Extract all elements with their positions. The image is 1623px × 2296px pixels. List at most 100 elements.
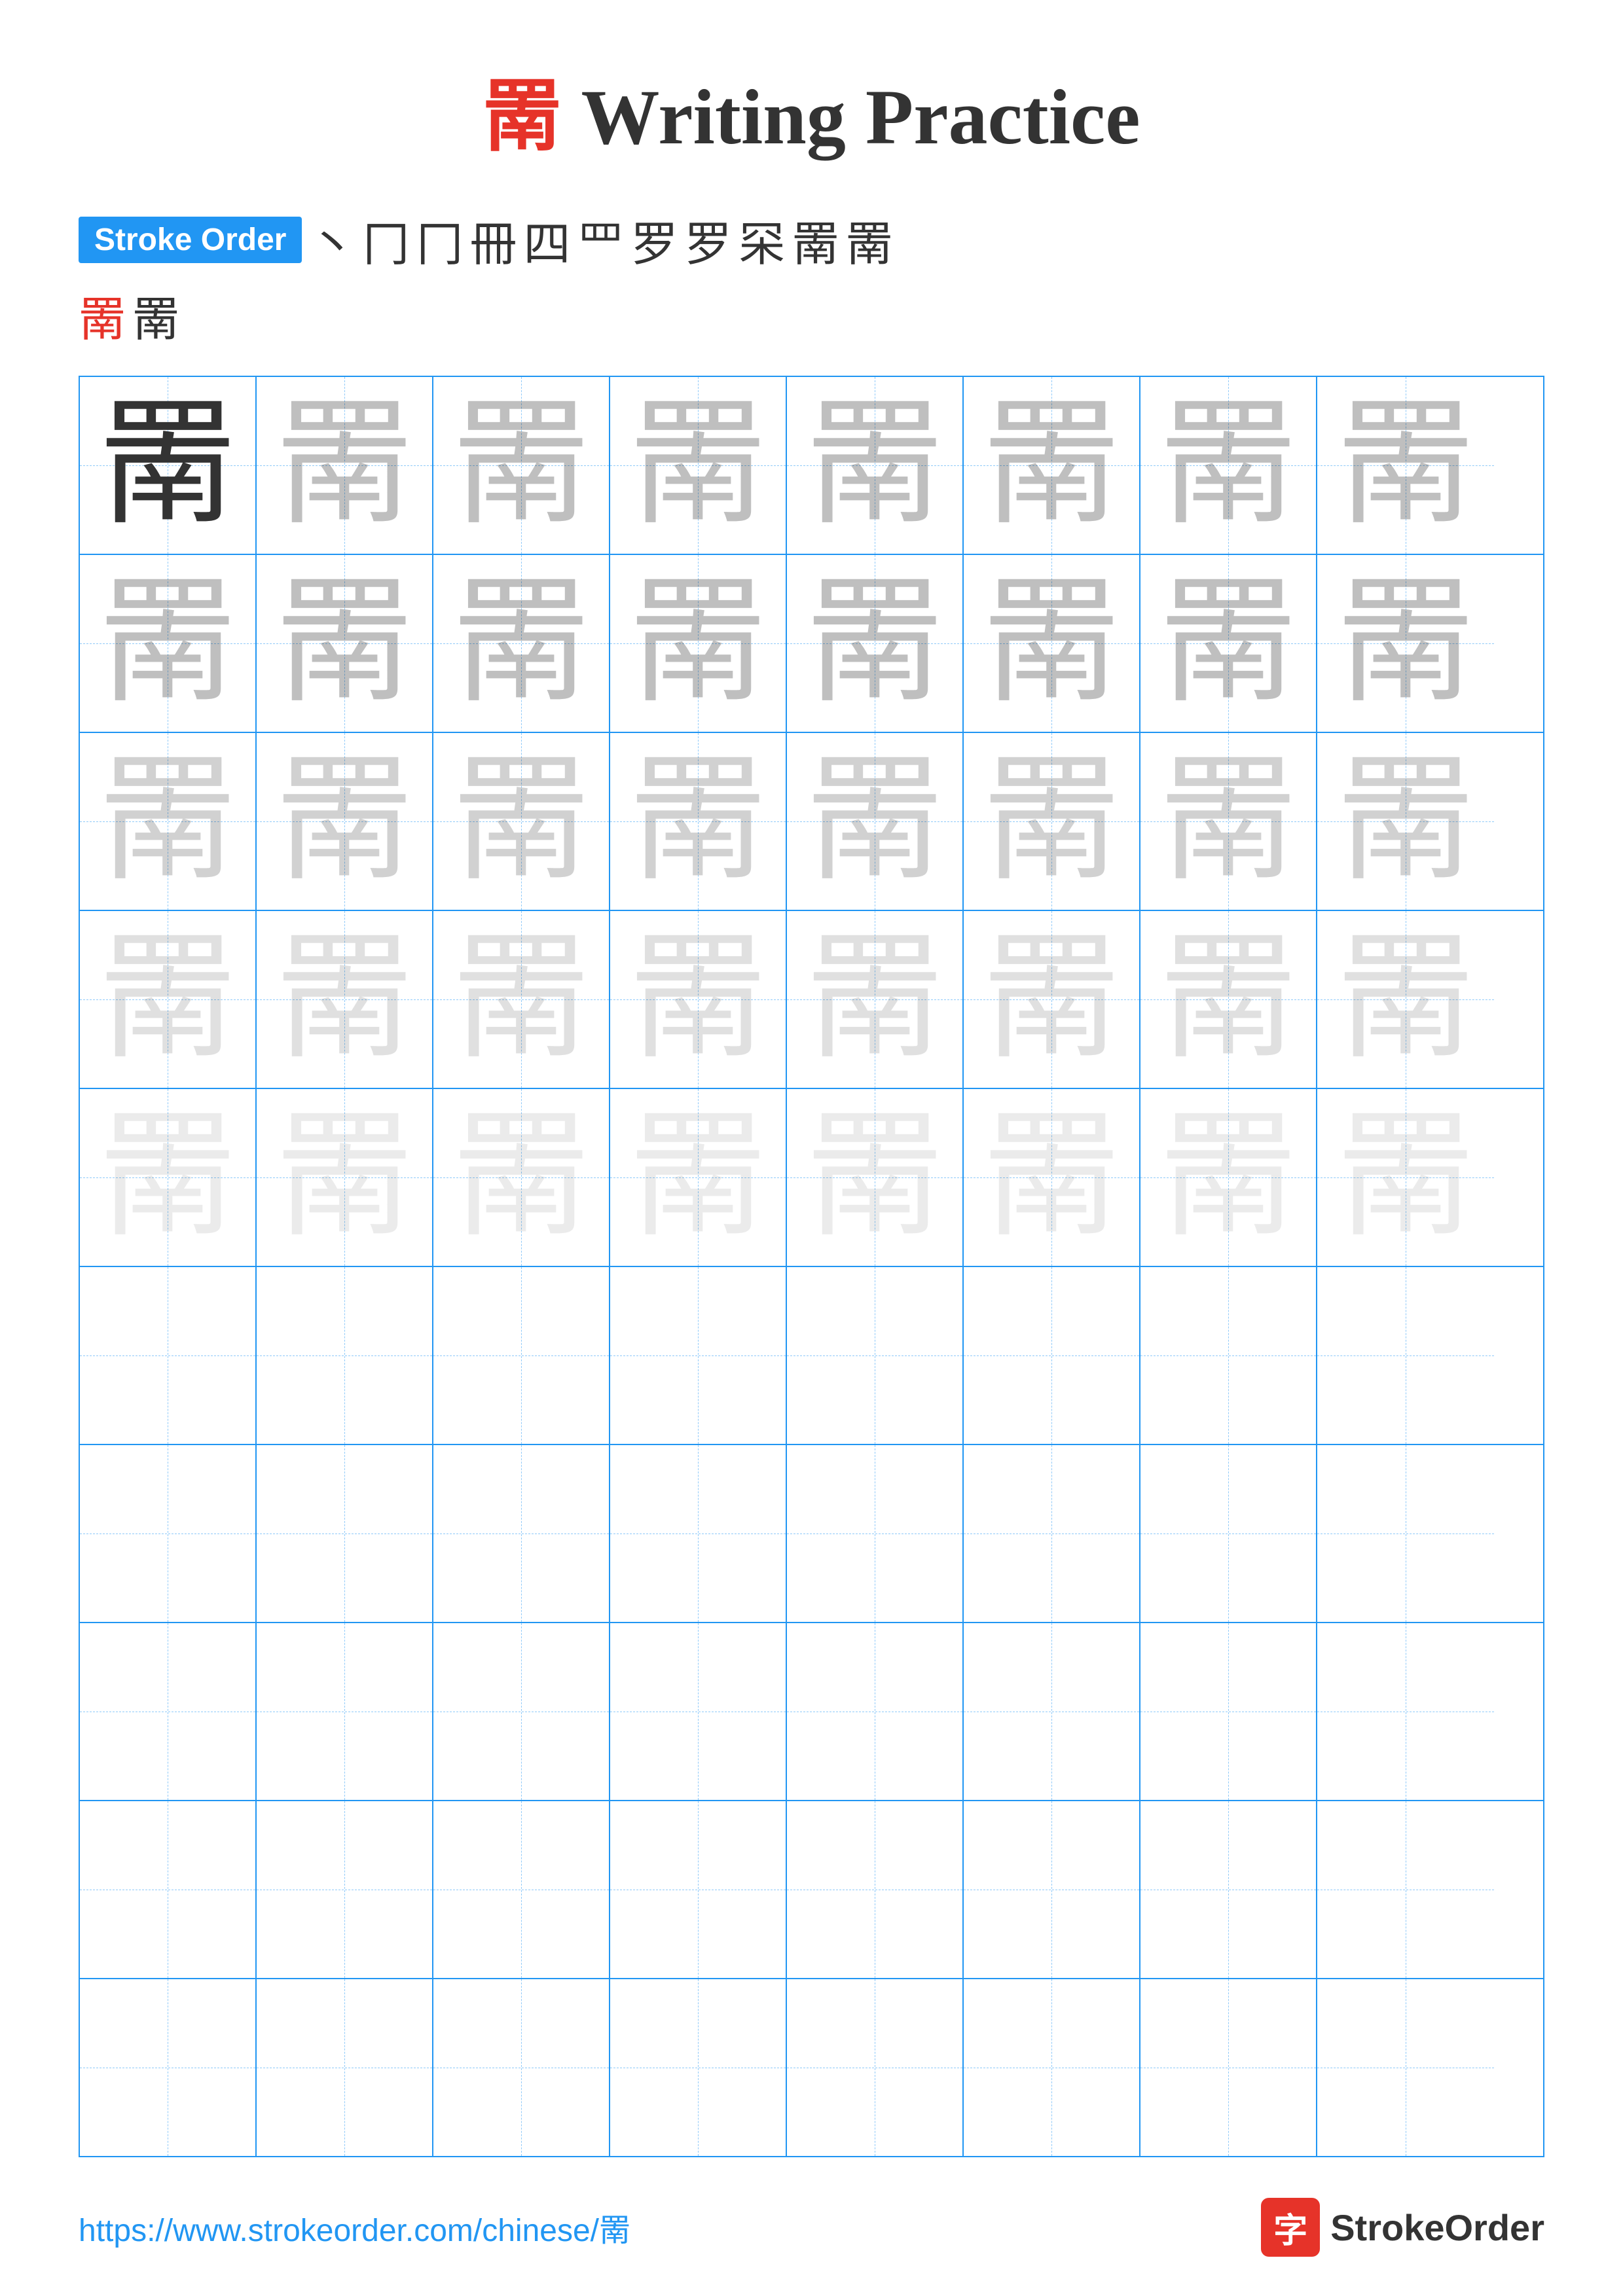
stroke-order-section: Stroke Order 丶 冂 冂 冊 四 罒 罗 罗 罙 罱 罱 罱 罱 bbox=[0, 206, 1623, 350]
grid-cell bbox=[80, 1445, 257, 1622]
grid-cell bbox=[1317, 1267, 1494, 1444]
grid-cell bbox=[1317, 1445, 1494, 1622]
grid-cell bbox=[964, 1445, 1140, 1622]
grid-cell bbox=[610, 1979, 787, 2156]
grid-cell bbox=[1317, 1801, 1494, 1978]
grid-cell bbox=[433, 1801, 610, 1978]
grid-cell bbox=[257, 1267, 433, 1444]
grid-cell bbox=[964, 1623, 1140, 1800]
grid-row bbox=[80, 1623, 1543, 1801]
grid-cell: 罱 bbox=[1140, 555, 1317, 732]
cell-character: 罱 bbox=[99, 753, 236, 890]
practice-grid: 罱罱罱罱罱罱罱罱罱罱罱罱罱罱罱罱罱罱罱罱罱罱罱罱罱罱罱罱罱罱罱罱罱罱罱罱罱罱罱罱 bbox=[79, 376, 1544, 2157]
grid-cell: 罱 bbox=[80, 733, 257, 910]
grid-cell bbox=[787, 1979, 964, 2156]
stroke-char-final-2: 罱 bbox=[132, 281, 179, 350]
grid-cell: 罱 bbox=[787, 733, 964, 910]
grid-cell bbox=[1140, 1979, 1317, 2156]
footer-url: https://www.strokeorder.com/chinese/罱 bbox=[79, 2204, 630, 2250]
cell-character: 罱 bbox=[983, 753, 1120, 890]
grid-row: 罱罱罱罱罱罱罱罱 bbox=[80, 555, 1543, 733]
title-char: 罱 bbox=[483, 73, 561, 160]
stroke-order-badge: Stroke Order bbox=[79, 217, 302, 263]
cell-character: 罱 bbox=[99, 1109, 236, 1246]
cell-character: 罱 bbox=[276, 1109, 413, 1246]
grid-cell: 罱 bbox=[257, 733, 433, 910]
grid-cell: 罱 bbox=[610, 911, 787, 1088]
grid-cell: 罱 bbox=[610, 555, 787, 732]
grid-row bbox=[80, 1979, 1543, 2156]
cell-character: 罱 bbox=[983, 575, 1120, 712]
grid-cell bbox=[1140, 1623, 1317, 1800]
grid-cell bbox=[787, 1267, 964, 1444]
cell-character: 罱 bbox=[806, 1109, 943, 1246]
stroke-char-9: 罙 bbox=[739, 206, 786, 274]
stroke-char-2: 冂 bbox=[362, 206, 409, 274]
grid-cell bbox=[1140, 1445, 1317, 1622]
grid-cell bbox=[257, 1979, 433, 2156]
cell-character: 罱 bbox=[983, 1109, 1120, 1246]
grid-cell: 罱 bbox=[257, 911, 433, 1088]
grid-cell bbox=[610, 1267, 787, 1444]
grid-cell: 罱 bbox=[964, 733, 1140, 910]
grid-cell: 罱 bbox=[1317, 555, 1494, 732]
cell-character: 罱 bbox=[452, 575, 590, 712]
stroke-char-7: 罗 bbox=[631, 206, 678, 274]
grid-cell bbox=[80, 1801, 257, 1978]
grid-cell bbox=[433, 1267, 610, 1444]
grid-cell: 罱 bbox=[257, 377, 433, 554]
grid-cell: 罱 bbox=[257, 1089, 433, 1266]
stroke-char-11: 罱 bbox=[846, 206, 893, 274]
grid-cell bbox=[1140, 1801, 1317, 1978]
cell-character: 罱 bbox=[1337, 931, 1474, 1068]
cell-character: 罱 bbox=[1337, 1109, 1474, 1246]
cell-character: 罱 bbox=[99, 931, 236, 1068]
cell-character: 罱 bbox=[806, 397, 943, 534]
cell-character: 罱 bbox=[806, 575, 943, 712]
grid-cell: 罱 bbox=[433, 733, 610, 910]
grid-cell: 罱 bbox=[1140, 733, 1317, 910]
cell-character: 罱 bbox=[452, 1109, 590, 1246]
cell-character: 罱 bbox=[452, 397, 590, 534]
grid-cell bbox=[610, 1801, 787, 1978]
grid-cell bbox=[787, 1445, 964, 1622]
grid-cell bbox=[964, 1267, 1140, 1444]
grid-cell bbox=[257, 1801, 433, 1978]
grid-cell: 罱 bbox=[610, 1089, 787, 1266]
grid-cell bbox=[433, 1445, 610, 1622]
grid-row bbox=[80, 1267, 1543, 1445]
stroke-char-3: 冂 bbox=[416, 206, 463, 274]
grid-cell bbox=[1140, 1267, 1317, 1444]
grid-cell: 罱 bbox=[257, 555, 433, 732]
grid-cell: 罱 bbox=[1317, 377, 1494, 554]
footer-logo-icon: 字 bbox=[1261, 2198, 1320, 2257]
grid-cell: 罱 bbox=[433, 1089, 610, 1266]
cell-character: 罱 bbox=[1337, 753, 1474, 890]
cell-character: 罱 bbox=[806, 753, 943, 890]
cell-character: 罱 bbox=[629, 753, 767, 890]
grid-row: 罱罱罱罱罱罱罱罱 bbox=[80, 377, 1543, 555]
grid-cell bbox=[257, 1623, 433, 1800]
cell-character: 罱 bbox=[1159, 931, 1297, 1068]
grid-cell bbox=[787, 1623, 964, 1800]
grid-cell: 罱 bbox=[80, 555, 257, 732]
cell-character: 罱 bbox=[629, 931, 767, 1068]
grid-cell bbox=[787, 1801, 964, 1978]
stroke-char-5: 四 bbox=[524, 206, 571, 274]
grid-cell: 罱 bbox=[787, 377, 964, 554]
cell-character: 罱 bbox=[806, 931, 943, 1068]
grid-row bbox=[80, 1445, 1543, 1623]
grid-cell bbox=[610, 1445, 787, 1622]
grid-cell: 罱 bbox=[787, 911, 964, 1088]
grid-cell: 罱 bbox=[610, 377, 787, 554]
grid-row bbox=[80, 1801, 1543, 1979]
grid-row: 罱罱罱罱罱罱罱罱 bbox=[80, 733, 1543, 911]
grid-cell: 罱 bbox=[1317, 733, 1494, 910]
grid-cell bbox=[80, 1979, 257, 2156]
grid-cell: 罱 bbox=[1140, 1089, 1317, 1266]
footer: https://www.strokeorder.com/chinese/罱 字 … bbox=[0, 2198, 1623, 2257]
grid-row: 罱罱罱罱罱罱罱罱 bbox=[80, 1089, 1543, 1267]
cell-character: 罱 bbox=[1337, 575, 1474, 712]
grid-cell: 罱 bbox=[964, 377, 1140, 554]
grid-cell: 罱 bbox=[80, 911, 257, 1088]
